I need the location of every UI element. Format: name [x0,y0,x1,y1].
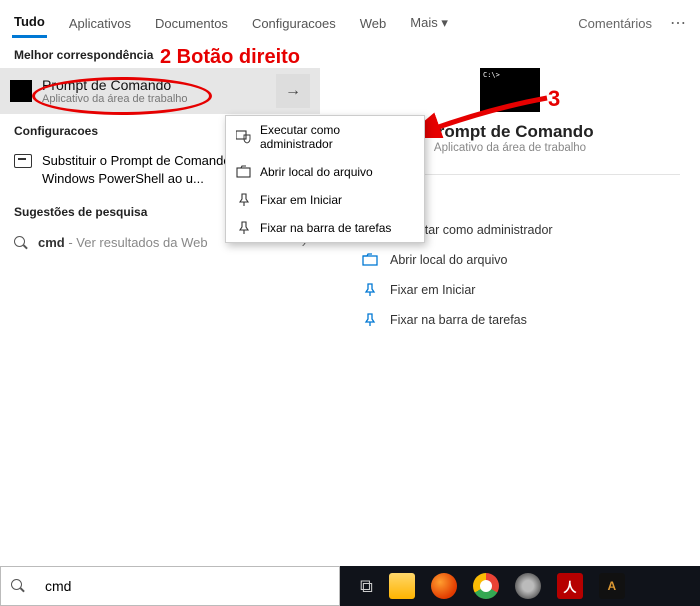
disc-app-icon[interactable] [515,573,541,599]
pin-taskbar-icon [362,313,378,327]
ctx-open-location-label: Abrir local do arquivo [260,165,373,179]
ctx-pin-taskbar-label: Fixar na barra de tarefas [260,221,391,235]
section-best-match: Melhor correspondência [0,38,320,68]
task-view-icon[interactable]: ⧉ [360,576,373,597]
tab-web[interactable]: Web [358,10,389,37]
pin-start-icon [362,283,378,297]
ctx-open-location[interactable]: Abrir local do arquivo [226,158,424,186]
action-open-location-label: Abrir local do arquivo [390,253,507,267]
action-pin-start-label: Fixar em Iniciar [390,283,475,297]
tab-aplicativos[interactable]: Aplicativos [67,10,133,37]
taskbar: ⧉ 人 A [0,566,700,606]
taskbar-search[interactable] [0,566,340,606]
best-match-subtitle: Aplicativo da área de trabalho [42,93,276,105]
search-icon [11,579,25,593]
action-pin-taskbar[interactable]: Fixar na barra de tarefas [358,305,690,335]
tab-tudo[interactable]: Tudo [12,8,47,38]
action-pin-taskbar-label: Fixar na barra de tarefas [390,313,527,327]
search-input[interactable] [45,578,329,594]
adobe-reader-icon[interactable]: 人 [557,573,583,599]
tab-configuracoes[interactable]: Configuracoes [250,10,338,37]
app-tile-icon [480,68,540,112]
best-match-texts: Prompt de Comando Aplicativo da área de … [42,77,276,105]
context-menu: Executar como administrador Abrir local … [225,115,425,243]
taskbar-tray: ⧉ 人 A [340,566,700,606]
tab-comentarios[interactable]: Comentários [576,10,654,37]
folder-icon [362,253,378,267]
expand-arrow-button[interactable]: → [276,74,310,108]
cmd-icon [10,80,32,102]
shield-icon [236,130,252,144]
ctx-pin-start-label: Fixar em Iniciar [260,193,342,207]
search-tabs: Tudo Aplicativos Documentos Configuracoe… [0,0,700,38]
search-icon [14,236,28,250]
best-match-item[interactable]: Prompt de Comando Aplicativo da área de … [0,68,320,114]
settings-window-icon [14,154,32,168]
tab-documentos[interactable]: Documentos [153,10,230,37]
tab-mais[interactable]: Mais ▾ [408,9,450,37]
tab-mais-label: Mais [410,15,437,30]
firefox-icon[interactable] [431,573,457,599]
more-menu-icon[interactable]: ⋯ [670,13,688,33]
action-open-location[interactable]: Abrir local do arquivo [358,245,690,275]
ctx-pin-taskbar[interactable]: Fixar na barra de tarefas [226,214,424,242]
pin-taskbar-icon [236,221,252,235]
best-match-title: Prompt de Comando [42,77,276,93]
file-explorer-icon[interactable] [389,573,415,599]
chrome-icon[interactable] [473,573,499,599]
action-pin-start[interactable]: Fixar em Iniciar [358,275,690,305]
pin-start-icon [236,193,252,207]
folder-icon [236,165,252,179]
ctx-run-admin-label: Executar como administrador [260,123,414,151]
chevron-down-icon: ▾ [441,15,448,30]
autocad-icon[interactable]: A [599,573,625,599]
ctx-run-admin[interactable]: Executar como administrador [226,116,424,158]
ctx-pin-start[interactable]: Fixar em Iniciar [226,186,424,214]
